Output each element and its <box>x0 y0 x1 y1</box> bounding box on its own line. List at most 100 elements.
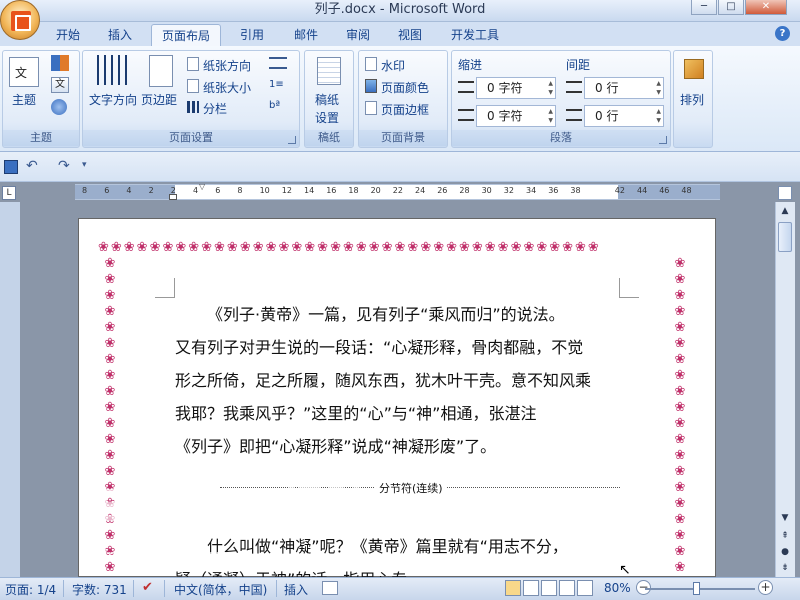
zoom-slider-thumb[interactable] <box>693 582 700 595</box>
indent-left-input[interactable]: 0 字符 <box>476 77 556 99</box>
section-break-label: 分节符(连续) <box>375 480 447 496</box>
draft-paper-icon[interactable] <box>317 57 341 85</box>
columns-icon[interactable] <box>187 101 199 113</box>
arrange-icon[interactable] <box>684 59 704 79</box>
word-count[interactable]: 字数: 731 <box>72 581 127 598</box>
ruler-tick-label: 24 <box>415 186 426 195</box>
theme-effects-icon[interactable] <box>51 99 67 115</box>
orientation-icon[interactable] <box>187 57 199 71</box>
group-themes: 文 主题 文 主题 <box>2 50 80 148</box>
page-count[interactable]: 页面: 1/4 <box>5 581 56 598</box>
themes-label[interactable]: 主题 <box>12 91 36 108</box>
language-status[interactable]: 中文(简体，中国) <box>174 581 267 598</box>
scroll-up-icon[interactable]: ▲ <box>776 203 794 219</box>
theme-colors-icon[interactable] <box>51 55 69 71</box>
outline-view-icon[interactable] <box>559 580 575 596</box>
draft-paper-label2[interactable]: 设置 <box>315 109 339 126</box>
page-color-label[interactable]: 页面颜色 <box>381 79 429 96</box>
spacing-after-icon <box>566 109 582 121</box>
ruler-tick-label: 46 <box>659 186 670 195</box>
page-color-icon[interactable] <box>365 79 377 93</box>
margins-label[interactable]: 页边距 <box>141 91 177 108</box>
spacing-after-input[interactable]: 0 行 <box>584 105 664 127</box>
size-icon[interactable] <box>187 79 199 93</box>
tab-references[interactable]: 引用 <box>232 24 272 46</box>
tab-page-layout[interactable]: 页面布局 <box>151 24 221 46</box>
tab-insert[interactable]: 插入 <box>100 24 140 46</box>
spacing-before-icon <box>566 81 582 93</box>
minimize-button[interactable]: ─ <box>691 0 717 15</box>
undo-icon[interactable]: ↶ <box>26 158 38 174</box>
group-arrange: 排列 <box>673 50 713 148</box>
previous-page-icon[interactable]: ⇞ <box>776 528 794 544</box>
status-separator <box>133 580 134 597</box>
arrange-label[interactable]: 排列 <box>680 91 704 108</box>
quick-save-icon[interactable] <box>44 3 60 17</box>
columns-label[interactable]: 分栏 <box>203 100 227 117</box>
watermark-label[interactable]: 水印 <box>381 57 405 74</box>
ruler-left-margin <box>75 185 175 199</box>
save-icon[interactable] <box>4 160 18 174</box>
office-button[interactable] <box>0 0 40 40</box>
document-line: 《列子》即把“心凝形释”说成“神凝形废”了。 <box>175 437 497 456</box>
theme-fonts-icon[interactable]: 文 <box>51 77 69 93</box>
status-separator <box>276 580 277 597</box>
page-setup-launcher-icon[interactable] <box>288 136 296 144</box>
baidu-watermark-url: jingyan.baidu.com <box>100 548 230 564</box>
zoom-level[interactable]: 80% <box>604 581 631 595</box>
tab-view[interactable]: 视图 <box>390 24 430 46</box>
full-screen-reading-view-icon[interactable] <box>523 580 539 596</box>
zoom-in-icon[interactable]: + <box>758 580 773 595</box>
view-ruler-icon[interactable] <box>778 186 792 200</box>
draft-view-icon[interactable] <box>577 580 593 596</box>
watermark-icon[interactable] <box>365 57 377 71</box>
first-line-indent-marker[interactable]: ▽ <box>199 182 205 191</box>
text-direction-label[interactable]: 文字方向 <box>89 91 137 108</box>
zoom-slider[interactable] <box>645 588 755 590</box>
ruler-tick-label: 8 <box>82 186 88 195</box>
scroll-down-icon[interactable]: ▼ <box>776 510 794 526</box>
tab-mailings[interactable]: 邮件 <box>286 24 326 46</box>
maximize-button[interactable]: □ <box>718 0 744 15</box>
group-page-background-label: 页面背景 <box>359 130 447 146</box>
next-page-icon[interactable]: ⇟ <box>776 560 794 576</box>
left-indent-marker[interactable] <box>169 194 177 200</box>
page-borders-icon[interactable] <box>365 101 377 115</box>
scroll-thumb[interactable] <box>778 222 792 252</box>
tab-developer[interactable]: 开发工具 <box>444 24 506 46</box>
select-browse-object-icon[interactable]: ● <box>776 544 794 560</box>
tab-review[interactable]: 审阅 <box>338 24 378 46</box>
insert-mode[interactable]: 插入 <box>284 581 308 598</box>
ruler-toggle-button[interactable]: L <box>2 186 16 200</box>
document-body[interactable]: 《列子·黄帝》一篇，见有列子“乘风而归”的说法。 又有列子对尹生说的一段话：“心… <box>175 298 620 463</box>
web-layout-view-icon[interactable] <box>541 580 557 596</box>
page-borders-label[interactable]: 页面边框 <box>381 101 429 118</box>
proofing-icon[interactable]: ✔ <box>142 580 153 595</box>
close-button[interactable]: ✕ <box>745 0 787 15</box>
customize-qat-icon[interactable]: ▾ <box>82 160 87 170</box>
hyphenation-icon[interactable]: bª <box>269 100 280 111</box>
spacing-heading: 间距 <box>566 58 591 72</box>
line-numbers-icon[interactable]: 1≡ <box>269 79 284 90</box>
breaks-icon[interactable] <box>269 57 287 69</box>
print-layout-view-icon[interactable] <box>505 580 521 596</box>
indent-right-input[interactable]: 0 字符 <box>476 105 556 127</box>
baidu-watermark: Bai du 经验 <box>95 481 373 532</box>
tab-home[interactable]: 开始 <box>48 24 88 46</box>
paragraph-launcher-icon[interactable] <box>659 136 667 144</box>
spacing-before-input[interactable]: 0 行 <box>584 77 664 99</box>
margins-icon[interactable] <box>149 55 173 87</box>
document-line: 又有列子对尹生说的一段话：“心凝形释，骨肉都融，不觉 <box>175 338 584 357</box>
macro-record-icon[interactable] <box>322 581 338 595</box>
document-line: 形之所倚，足之所履，随风东西，犹木叶干壳。意不知风乘 <box>175 371 592 390</box>
group-draft-label: 稿纸 <box>305 130 353 146</box>
window-title: 列子.docx - Microsoft Word <box>314 2 486 17</box>
orientation-label[interactable]: 纸张方向 <box>203 57 251 74</box>
help-icon[interactable]: ? <box>775 26 790 41</box>
redo-icon[interactable]: ↷ <box>58 158 70 174</box>
text-direction-icon[interactable] <box>97 55 127 85</box>
draft-paper-label1[interactable]: 稿纸 <box>315 91 339 108</box>
themes-icon[interactable]: 文 <box>9 57 39 87</box>
size-label[interactable]: 纸张大小 <box>203 79 251 96</box>
ruler-tick-label: 8 <box>237 186 243 195</box>
